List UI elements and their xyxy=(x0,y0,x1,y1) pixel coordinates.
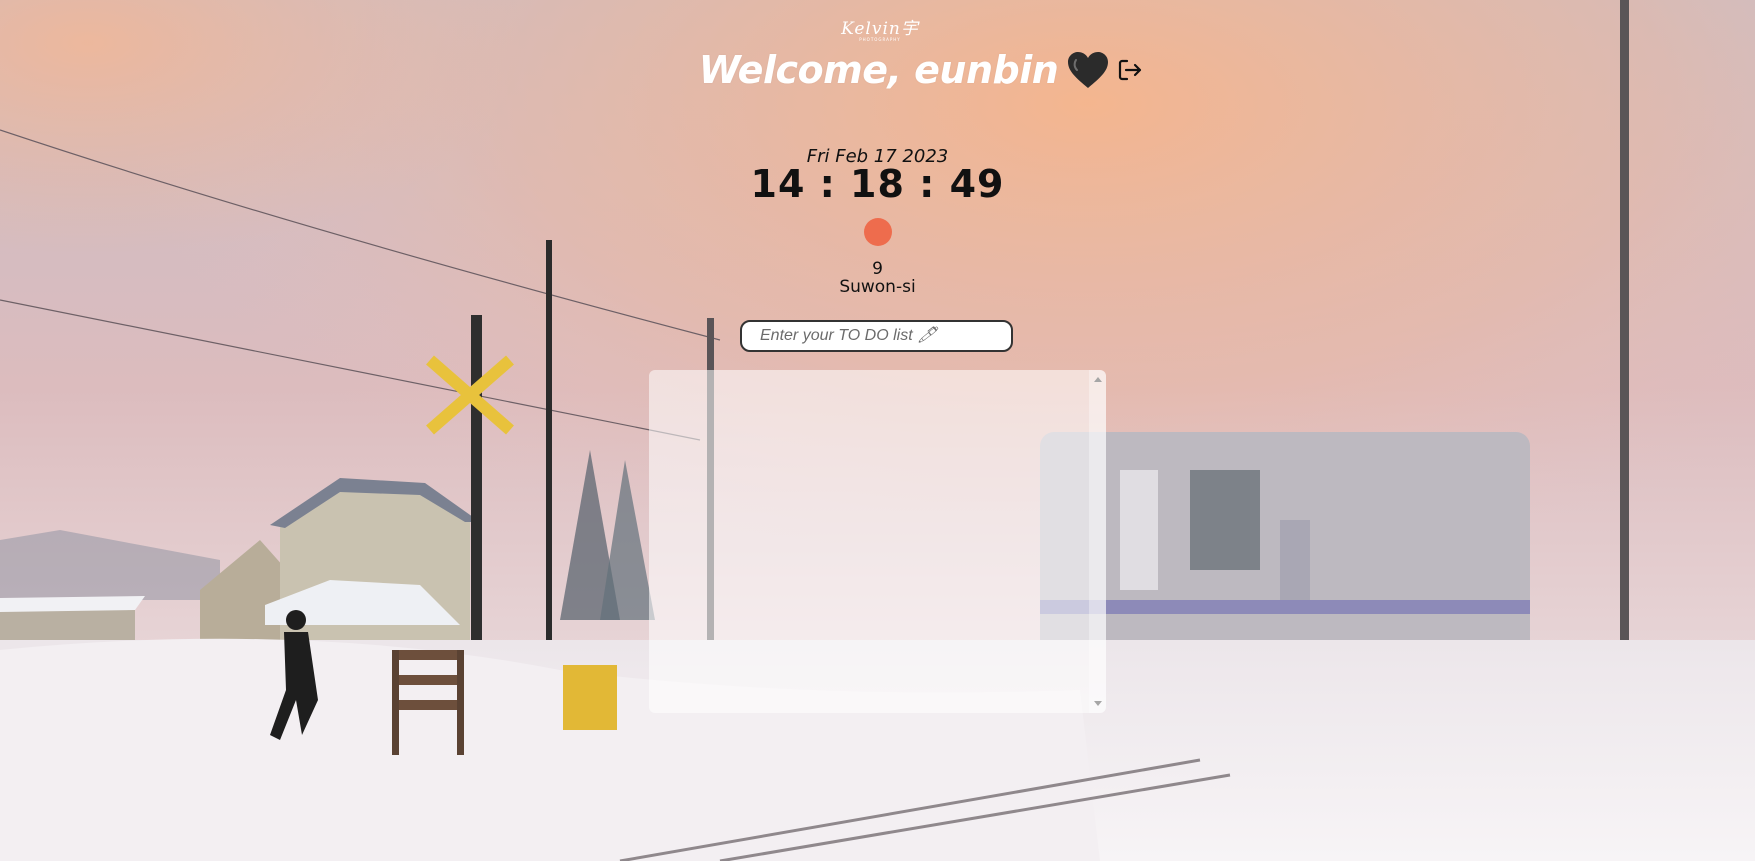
scroll-up-arrow-icon[interactable] xyxy=(1094,377,1102,382)
todo-scrollbar[interactable] xyxy=(1089,370,1106,713)
scroll-down-arrow-icon[interactable] xyxy=(1094,701,1102,706)
todo-input[interactable] xyxy=(740,320,1013,352)
todo-list-panel xyxy=(649,370,1106,713)
weather-indicator-icon xyxy=(864,218,892,246)
clock-time: 14 : 18 : 49 xyxy=(750,162,1005,206)
welcome-message: Welcome, eunbin xyxy=(698,48,1059,92)
weather-city: Suwon-si xyxy=(839,277,916,297)
greeting-row: Welcome, eunbin xyxy=(0,48,1755,92)
brand-logo: Kelvin宇 PHOTOGRAPHY xyxy=(835,14,925,42)
logout-icon xyxy=(1119,59,1142,81)
logo-text: Kelvin宇 xyxy=(841,19,919,39)
black-heart-icon xyxy=(1066,50,1110,90)
weather-temperature: 9 xyxy=(872,259,883,279)
logout-button[interactable] xyxy=(1116,56,1144,84)
app-root: Kelvin宇 PHOTOGRAPHY Welcome, eunbin Fri … xyxy=(0,0,1755,861)
todo-list xyxy=(649,370,1106,390)
